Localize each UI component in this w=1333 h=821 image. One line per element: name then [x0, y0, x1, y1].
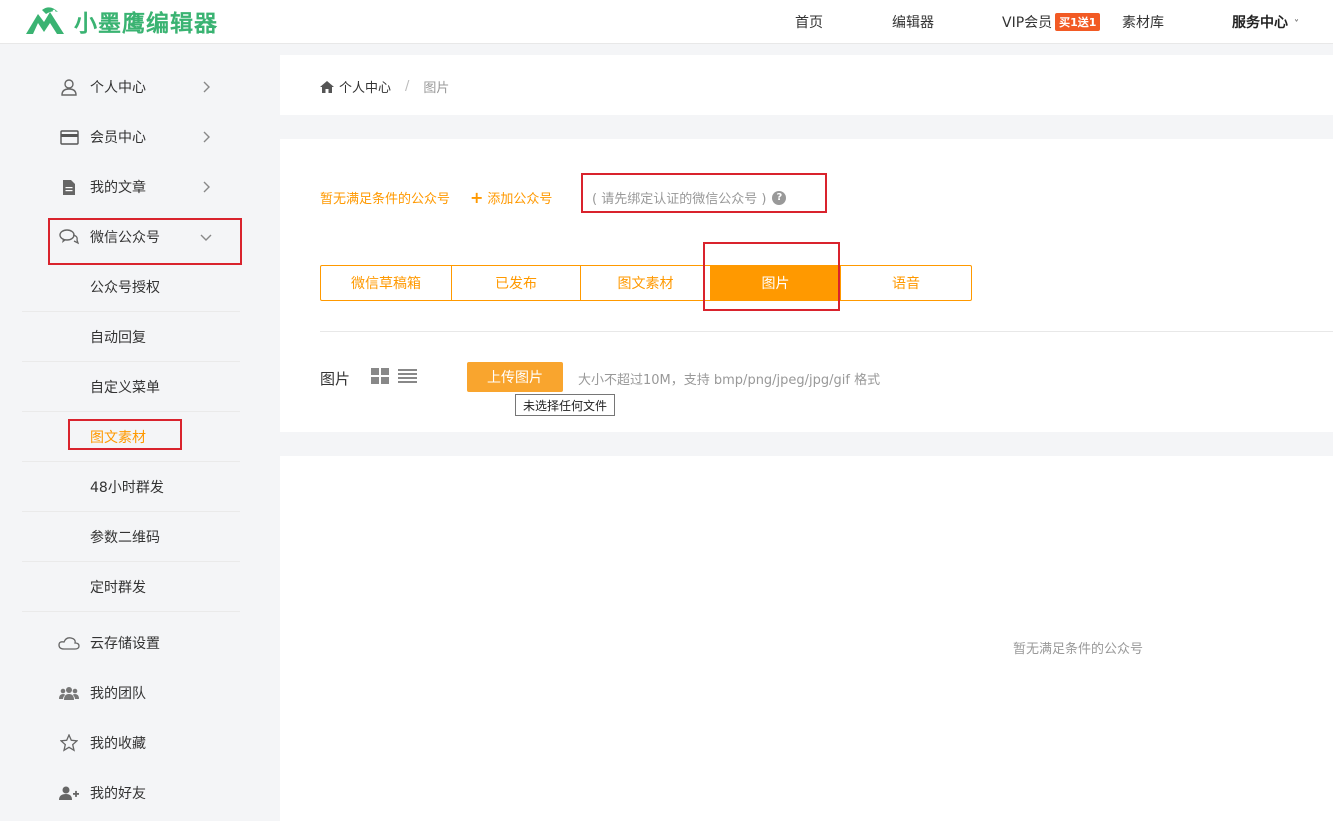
- tab-voice[interactable]: 语音: [841, 266, 971, 300]
- plus-icon: +: [470, 188, 484, 207]
- chevron-right-icon: [203, 131, 210, 143]
- sidebar-item-label: 我的收藏: [90, 736, 146, 752]
- list-view-icon[interactable]: [398, 368, 417, 384]
- nav-vip[interactable]: VIP会员 买1送1: [1002, 12, 1101, 32]
- sidebar-item-cloud-storage[interactable]: 云存储设置: [0, 618, 262, 668]
- chevron-down-icon: ˅: [1294, 19, 1299, 30]
- submenu-item-custom-menu[interactable]: 自定义菜单: [22, 362, 240, 412]
- team-icon: [58, 682, 80, 704]
- upload-hint: 大小不超过10M，支持 bmp/png/jpeg/jpg/gif 格式: [578, 373, 881, 388]
- nav-editor[interactable]: 编辑器: [892, 12, 934, 32]
- top-navigation-bar: 小墨鹰编辑器 首页 编辑器 VIP会员 买1送1 素材库 服务中心 ˅: [0, 0, 1333, 44]
- bind-account-hint: ( 请先绑定认证的微信公众号 ) ?: [592, 188, 787, 207]
- home-icon: [320, 80, 334, 93]
- sidebar-item-member-center[interactable]: 会员中心: [0, 112, 262, 162]
- breadcrumb-home-link[interactable]: 个人中心: [339, 77, 391, 96]
- submenu-item-account-authorization[interactable]: 公众号授权: [22, 262, 240, 312]
- sidebar-item-personal-center[interactable]: 个人中心: [0, 62, 262, 112]
- image-library-panel: 暂无满足条件的公众号 + 添加公众号 ( 请先绑定认证的微信公众号 ) ? 微信…: [280, 139, 1333, 432]
- sidebar-item-label: 微信公众号: [90, 230, 160, 246]
- empty-state-text: 暂无满足条件的公众号: [1013, 642, 1144, 657]
- vip-promo-badge: 买1送1: [1055, 13, 1101, 31]
- material-tabs: 微信草稿箱 已发布 图文素材 图片 语音: [320, 265, 972, 301]
- submenu-item-48h-broadcast[interactable]: 48小时群发: [22, 462, 240, 512]
- eagle-logo-icon: [26, 7, 64, 34]
- upload-image-button[interactable]: 上传图片: [467, 362, 563, 392]
- nav-home[interactable]: 首页: [795, 12, 823, 32]
- sidebar-item-my-team[interactable]: 我的团队: [0, 668, 262, 718]
- breadcrumb-card: 个人中心 / 图片: [280, 55, 1333, 115]
- nav-service-label: 服务中心: [1232, 15, 1288, 31]
- account-status[interactable]: 暂无满足条件的公众号: [320, 188, 450, 207]
- chevron-down-icon: [200, 234, 212, 241]
- nav-service-center[interactable]: 服务中心 ˅: [1232, 12, 1299, 32]
- tab-rich-media[interactable]: 图文素材: [581, 266, 711, 300]
- breadcrumb-current: 图片: [423, 81, 450, 96]
- sidebar-item-label: 我的文章: [90, 180, 146, 196]
- sidebar-item-label: 会员中心: [90, 130, 146, 146]
- sidebar-item-label: 云存储设置: [90, 636, 160, 652]
- submenu-item-rich-media[interactable]: 图文素材: [22, 412, 240, 462]
- sidebar-item-label: 我的好友: [90, 786, 146, 802]
- help-icon[interactable]: ?: [772, 190, 787, 205]
- bind-account-hint-text: ( 请先绑定认证的微信公众号 ): [592, 192, 767, 207]
- submenu-item-label: 定时群发: [90, 579, 146, 596]
- add-account-link[interactable]: + 添加公众号: [470, 188, 552, 207]
- sidebar-item-my-friends[interactable]: 我的好友: [0, 768, 262, 818]
- sidebar-item-label: 个人中心: [90, 80, 146, 96]
- sidebar-item-my-favorites[interactable]: 我的收藏: [0, 718, 262, 768]
- nav-vip-label: VIP会员: [1002, 15, 1053, 31]
- submenu-item-param-qrcode[interactable]: 参数二维码: [22, 512, 240, 562]
- divider: [320, 331, 1333, 332]
- grid-view-icon[interactable]: [371, 368, 389, 384]
- chevron-right-icon: [203, 181, 210, 193]
- document-icon: [58, 176, 80, 198]
- logo[interactable]: 小墨鹰编辑器: [24, 4, 218, 38]
- submenu-item-label: 参数二维码: [90, 529, 160, 546]
- nav-library[interactable]: 素材库: [1122, 12, 1164, 32]
- sidebar-item-wechat-official-account[interactable]: 微信公众号: [0, 212, 262, 262]
- add-account-label: 添加公众号: [487, 192, 553, 207]
- breadcrumb-separator: /: [405, 79, 410, 94]
- submenu-item-auto-reply[interactable]: 自动回复: [22, 312, 240, 362]
- tab-wechat-drafts[interactable]: 微信草稿箱: [321, 266, 452, 300]
- images-label: 图片: [320, 370, 351, 388]
- add-friend-icon: [58, 782, 80, 804]
- card-icon: [58, 126, 80, 148]
- account-row: 暂无满足条件的公众号 + 添加公众号: [320, 188, 552, 207]
- chat-icon: [58, 226, 80, 248]
- logo-text: 小墨鹰编辑器: [74, 11, 218, 37]
- sidebar: 个人中心 会员中心 我的文章 微信公众号 公众号授权 自动回复 自定义菜单 图文…: [0, 45, 262, 821]
- submenu-item-label: 自动回复: [90, 329, 146, 346]
- submenu-item-label: 公众号授权: [90, 279, 160, 296]
- submenu-item-label: 48小时群发: [90, 479, 164, 496]
- submenu-item-label: 图文素材: [90, 429, 146, 446]
- sidebar-item-label: 我的团队: [90, 686, 146, 702]
- submenu-item-label: 自定义菜单: [90, 379, 160, 396]
- sidebar-item-my-articles[interactable]: 我的文章: [0, 162, 262, 212]
- tab-images[interactable]: 图片: [711, 266, 841, 300]
- tab-published[interactable]: 已发布: [452, 266, 581, 300]
- image-list-area: 暂无满足条件的公众号: [280, 456, 1333, 821]
- user-icon: [58, 76, 80, 98]
- file-input-tooltip: 未选择任何文件: [515, 394, 616, 416]
- cloud-icon: [58, 632, 80, 654]
- star-icon: [58, 732, 80, 754]
- submenu-item-scheduled-broadcast[interactable]: 定时群发: [22, 562, 240, 612]
- breadcrumb: 个人中心 / 图片: [320, 77, 449, 96]
- chevron-right-icon: [203, 81, 210, 93]
